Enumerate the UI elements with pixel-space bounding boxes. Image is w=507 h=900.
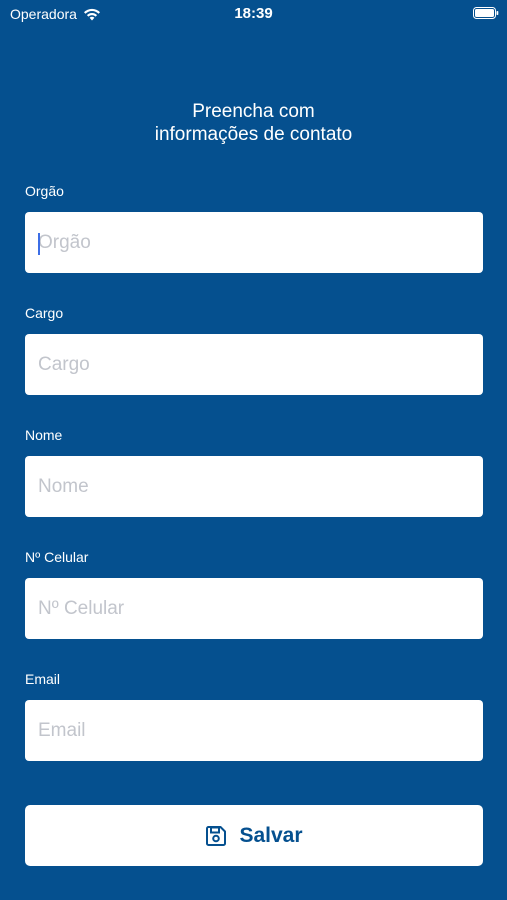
orgao-input[interactable]	[25, 212, 483, 273]
save-button-label: Salvar	[239, 823, 303, 847]
celular-input[interactable]	[25, 578, 483, 639]
email-label: Email	[25, 671, 61, 687]
celular-label: Nº Celular	[25, 549, 89, 565]
text-cursor	[38, 233, 40, 255]
nome-label: Nome	[25, 427, 63, 443]
cargo-label: Cargo	[25, 305, 64, 321]
page-title-line2: informações de contato	[154, 124, 353, 145]
save-button[interactable]: Salvar	[25, 805, 483, 866]
cargo-input[interactable]	[25, 334, 483, 395]
status-time: 18:39	[234, 5, 273, 22]
save-icon	[206, 825, 227, 846]
page-title-line1: Preencha com	[192, 101, 315, 122]
email-input[interactable]	[25, 700, 483, 761]
nome-input[interactable]	[25, 456, 483, 517]
battery-icon	[473, 7, 499, 19]
orgao-label: Orgão	[25, 183, 64, 199]
status-bar: Operadora 18:39	[0, 0, 507, 28]
page-title: Preencha com informações de contato	[0, 100, 507, 146]
